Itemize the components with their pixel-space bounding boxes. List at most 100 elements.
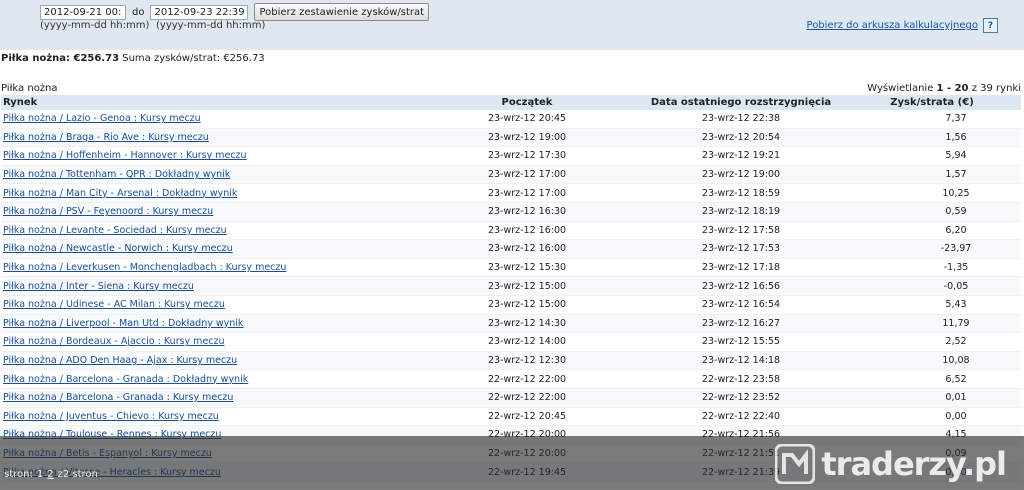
start-cell: 23-wrz-12 20:45 — [415, 110, 639, 129]
market-link[interactable]: Piłka nożna / Levante - Sociedad : Kursy… — [3, 225, 227, 236]
col-header-profit-loss[interactable]: Zysk/strata (€) — [843, 95, 1021, 110]
settled-cell: 22-wrz-12 22:40 — [639, 407, 843, 427]
table-row: Piłka nożna / Lazio - Genoa : Kursy mecz… — [1, 110, 1021, 129]
start-cell: 23-wrz-12 15:00 — [415, 276, 639, 296]
filter-bar: do Pobierz zestawienie zysków/strat (yyy… — [0, 0, 1024, 50]
settled-cell: 22-wrz-12 23:58 — [639, 369, 843, 389]
pl-cell: 5,43 — [843, 295, 1021, 315]
col-header-market[interactable]: Rynek — [1, 95, 415, 110]
settled-cell: 23-wrz-12 16:56 — [639, 276, 843, 296]
table-row: Piłka nożna / Barcelona - Granada : Kurs… — [1, 388, 1021, 408]
table-row: Piłka nożna / Levante - Sociedad : Kursy… — [1, 221, 1021, 241]
pl-cell: -23,97 — [843, 239, 1021, 259]
market-link[interactable]: Piłka nożna / Inter - Siena : Kursy mecz… — [3, 281, 194, 292]
start-cell: 23-wrz-12 15:30 — [415, 258, 639, 278]
market-link[interactable]: Piłka nożna / Leverkusen - Monchengladba… — [3, 262, 286, 273]
settled-cell: 23-wrz-12 17:53 — [639, 239, 843, 259]
table-row: Piłka nożna / ADO Den Haag - Ajax : Kurs… — [1, 351, 1021, 371]
paging-info: Wyświetlanie 1 - 20 z 39 rynki — [867, 83, 1021, 94]
market-cell: Piłka nożna / Braga - Rio Ave : Kursy me… — [1, 128, 415, 148]
market-link[interactable]: Piłka nożna / Bordeaux - Ajaccio : Kursy… — [3, 336, 225, 347]
export-spreadsheet-link[interactable]: Pobierz do arkusza kalkulacyjnego — [807, 20, 978, 31]
table-row: Piłka nożna / Leverkusen - Monchengladba… — [1, 258, 1021, 278]
market-link[interactable]: Piłka nożna / Tottenham - QPR : Dokładny… — [3, 169, 230, 180]
export-area: Pobierz do arkusza kalkulacyjnego ? — [807, 18, 998, 33]
get-report-button[interactable]: Pobierz zestawienie zysków/strat — [254, 3, 430, 21]
paging-prefix: Wyświetlanie — [867, 83, 934, 94]
from-date-input[interactable] — [40, 4, 126, 20]
section-title: Piłka nożna — [1, 83, 58, 94]
settled-cell: 23-wrz-12 19:00 — [639, 165, 843, 185]
summary-line: Piłka nożna: €256.73 Suma zysków/strat: … — [1, 53, 265, 64]
pl-cell: 6,52 — [843, 369, 1021, 389]
pl-cell: 1,56 — [843, 128, 1021, 148]
market-link[interactable]: Piłka nożna / Braga - Rio Ave : Kursy me… — [3, 132, 209, 143]
pager-page-link[interactable]: 2 — [47, 469, 53, 480]
pager-label: stron: — [4, 469, 33, 480]
market-link[interactable]: Piłka nożna / Liverpool - Man Utd : Dokł… — [3, 318, 243, 329]
start-cell: 23-wrz-12 14:00 — [415, 332, 639, 352]
settled-cell: 23-wrz-12 16:54 — [639, 295, 843, 315]
table-row: Piłka nożna / Barcelona - Granada : Dokł… — [1, 369, 1021, 389]
pl-cell: 0,59 — [843, 202, 1021, 222]
start-cell: 22-wrz-12 22:00 — [415, 388, 639, 408]
settled-cell: 22-wrz-12 23:52 — [639, 388, 843, 408]
to-format-hint: (yyyy-mm-dd hh:mm) — [156, 20, 266, 31]
market-cell: Piłka nożna / Juventus - Chievo : Kursy … — [1, 407, 415, 427]
table-row: Piłka nożna / Tottenham - QPR : Dokładny… — [1, 165, 1021, 185]
market-cell: Piłka nożna / Inter - Siena : Kursy mecz… — [1, 276, 415, 296]
pl-cell: 10,25 — [843, 183, 1021, 203]
market-cell: Piłka nożna / PSV - Feyenoord : Kursy me… — [1, 202, 415, 222]
market-link[interactable]: Piłka nożna / ADO Den Haag - Ajax : Kurs… — [3, 355, 237, 366]
table-row: Piłka nożna / Liverpool - Man Utd : Dokł… — [1, 314, 1021, 334]
market-link[interactable]: Piłka nożna / Juventus - Chievo : Kursy … — [3, 411, 219, 422]
market-link[interactable]: Piłka nożna / Barcelona - Granada : Dokł… — [3, 374, 248, 385]
market-cell: Piłka nożna / Udinese - AC Milan : Kursy… — [1, 295, 415, 315]
pl-cell: 5,94 — [843, 146, 1021, 166]
settled-cell: 23-wrz-12 14:18 — [639, 351, 843, 371]
col-header-start[interactable]: Początek — [415, 95, 639, 110]
market-link[interactable]: Piłka nożna / Udinese - AC Milan : Kursy… — [3, 299, 225, 310]
market-link[interactable]: Piłka nożna / Newcastle - Norwich : Kurs… — [3, 243, 233, 254]
to-date-input[interactable] — [150, 4, 249, 20]
table-row: Piłka nożna / Hoffenheim - Hannover : Ku… — [1, 146, 1021, 166]
market-link[interactable]: Piłka nożna / Man City - Arsenal : Dokła… — [3, 188, 237, 199]
pl-cell: 10,08 — [843, 351, 1021, 371]
pl-cell: 2,52 — [843, 332, 1021, 352]
start-cell: 23-wrz-12 12:30 — [415, 351, 639, 371]
to-label: do — [132, 6, 145, 18]
paging-suffix: z 39 rynki — [971, 83, 1021, 94]
table-row: Piłka nożna / Inter - Siena : Kursy mecz… — [1, 276, 1021, 296]
market-cell: Piłka nożna / Leverkusen - Monchengladba… — [1, 258, 415, 278]
market-link[interactable]: Piłka nożna / Hoffenheim - Hannover : Ku… — [3, 150, 247, 161]
market-link[interactable]: Piłka nożna / Lazio - Genoa : Kursy mecz… — [3, 113, 201, 124]
from-format-hint: (yyyy-mm-dd hh:mm) — [40, 20, 150, 31]
settled-cell: 23-wrz-12 18:59 — [639, 183, 843, 203]
market-link[interactable]: Piłka nożna / PSV - Feyenoord : Kursy me… — [3, 206, 213, 217]
start-cell: 22-wrz-12 22:00 — [415, 369, 639, 389]
market-cell: Piłka nożna / Man City - Arsenal : Dokła… — [1, 183, 415, 203]
start-cell: 23-wrz-12 19:00 — [415, 128, 639, 148]
table-row: Piłka nożna / Juventus - Chievo : Kursy … — [1, 407, 1021, 427]
market-cell: Piłka nożna / ADO Den Haag - Ajax : Kurs… — [1, 351, 415, 371]
table-body: Piłka nożna / Lazio - Genoa : Kursy mecz… — [1, 110, 1021, 482]
help-icon[interactable]: ? — [983, 18, 998, 33]
pl-cell: 11,79 — [843, 314, 1021, 334]
settled-cell: 23-wrz-12 15:55 — [639, 332, 843, 352]
settled-cell: 23-wrz-12 18:19 — [639, 202, 843, 222]
market-link[interactable]: Piłka nożna / Barcelona - Granada : Kurs… — [3, 392, 233, 403]
pager-page-current: 1 — [36, 469, 44, 480]
pl-cell: 7,37 — [843, 110, 1021, 129]
watermark-text: traderzy.pl — [821, 445, 1007, 483]
table-row: Piłka nożna / Newcastle - Norwich : Kurs… — [1, 239, 1021, 259]
sum-value: €256.73 — [223, 53, 265, 64]
sport-total: Piłka nożna: €256.73 — [1, 53, 120, 64]
pl-cell: 0,01 — [843, 388, 1021, 408]
market-cell: Piłka nożna / Barcelona - Granada : Dokł… — [1, 369, 415, 389]
table-row: Piłka nożna / Man City - Arsenal : Dokła… — [1, 183, 1021, 203]
start-cell: 23-wrz-12 16:00 — [415, 221, 639, 241]
start-cell: 23-wrz-12 17:00 — [415, 183, 639, 203]
col-header-settled[interactable]: Data ostatniego rozstrzygnięcia — [639, 95, 843, 110]
pagination: stron: 1 2 z2 stron — [4, 469, 98, 480]
settled-cell: 23-wrz-12 20:54 — [639, 128, 843, 148]
